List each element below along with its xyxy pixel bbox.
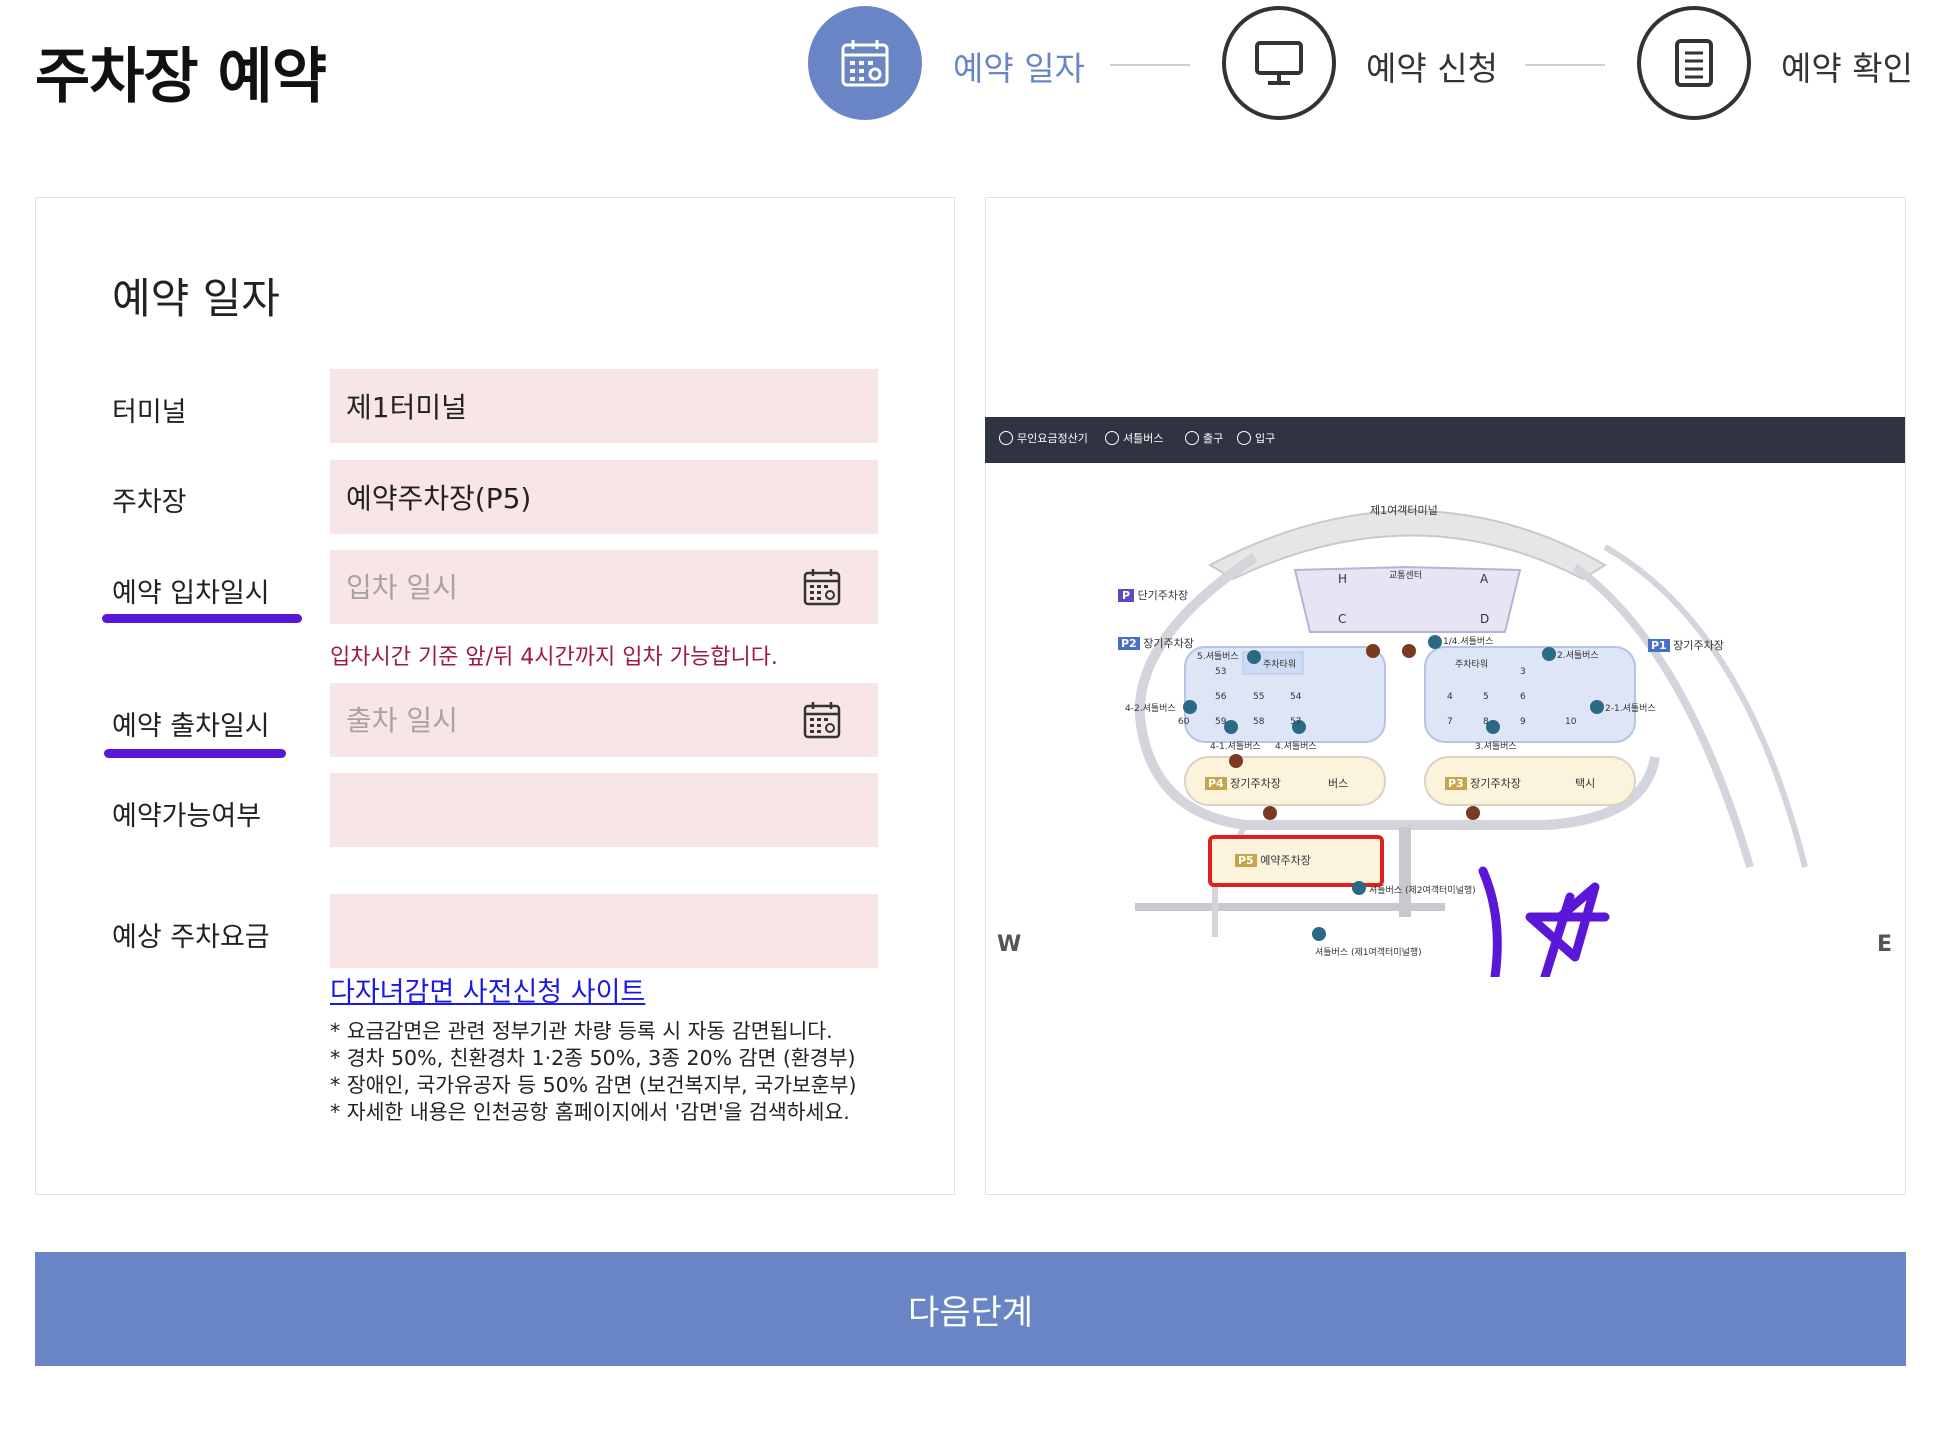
block-number: 59 xyxy=(1215,717,1227,727)
discount-application-link[interactable]: 다자녀감면 사전신청 사이트 xyxy=(330,970,645,1009)
shuttle-stop-label: 3.셔틀버스 xyxy=(1475,742,1517,752)
note-line: * 자세한 내용은 인천공항 홈페이지에서 '감면'을 검색하세요. xyxy=(330,1100,850,1124)
p1-lot: P1 장기주차장 xyxy=(1648,637,1724,653)
exit-datetime-input[interactable] xyxy=(346,703,766,737)
step-indicator: 예약 일자 예약 신청 예약 확인 xyxy=(808,6,1918,122)
shuttle-stop-label: 2-1.셔틀버스 xyxy=(1605,704,1656,714)
calendar-icon[interactable] xyxy=(802,700,842,740)
step-1-label: 예약 일자 xyxy=(953,49,1085,88)
block-number: 6 xyxy=(1520,692,1526,702)
calendar-icon xyxy=(841,40,889,87)
terminal-value: 제1터미널 xyxy=(346,391,467,424)
parking-map: 무인요금정산기 셔틀버스 출구 입구 제1여객터미널 교통센터 H A C D … xyxy=(985,417,1905,977)
tower-label: 주차타워 xyxy=(1455,660,1489,670)
block-number: 54 xyxy=(1290,692,1302,702)
handwritten-underline xyxy=(104,749,286,758)
step-3-document-icon xyxy=(1637,6,1751,120)
document-icon xyxy=(1675,39,1713,87)
shuttle-stop-label: 4-1.셔틀버스 xyxy=(1210,742,1261,752)
block-number: 3 xyxy=(1520,667,1526,677)
short-term-lot: P 단기주차장 xyxy=(1118,587,1188,603)
shuttle-stop-label: 1/4.셔틀버스 xyxy=(1443,637,1494,647)
block-number: 10 xyxy=(1565,717,1577,727)
block-number: 5 xyxy=(1483,692,1489,702)
handwritten-underline xyxy=(102,614,302,623)
block-number: 55 xyxy=(1253,692,1265,702)
compass-west: W xyxy=(997,932,1022,957)
shuttle-stop-label: 2.셔틀버스 xyxy=(1557,651,1599,661)
note-line: * 요금감면은 관련 정부기관 차량 등록 시 자동 감면됩니다. xyxy=(330,1019,833,1043)
entry-datetime-input[interactable] xyxy=(346,570,766,604)
transport-center-label: 교통센터 xyxy=(1389,571,1423,581)
block-number: 58 xyxy=(1253,717,1265,727)
shuttle-t2-label: 셔틀버스 (제2여객터미널행) xyxy=(1369,886,1476,896)
step-connector xyxy=(1525,64,1605,66)
note-line: * 장애인, 국가유공자 등 50% 감면 (보건복지부, 국가보훈부) xyxy=(330,1073,857,1097)
block-number: 7 xyxy=(1447,717,1453,727)
block-number: 56 xyxy=(1215,692,1227,702)
p4-lot: P4 장기주차장 xyxy=(1205,775,1281,791)
tower-label: 주차타워 xyxy=(1263,660,1297,670)
shuttle-t1-label: 셔틀버스 (제1여객터미널행) xyxy=(1315,948,1422,958)
section-title: 예약 일자 xyxy=(112,274,280,323)
exit-datetime-field[interactable] xyxy=(330,683,878,757)
shuttle-stop-label: 4-2.셔틀버스 xyxy=(1125,704,1176,714)
gate-label: H xyxy=(1338,572,1348,586)
terminal-label: 터미널 xyxy=(112,397,187,428)
discount-notes: * 요금감면은 관련 정부기관 차량 등록 시 자동 감면됩니다. * 경차 5… xyxy=(330,1018,857,1126)
block-number: 4 xyxy=(1447,692,1453,702)
taxi-area-label: 택시 xyxy=(1575,777,1596,790)
p5-lot: P5 예약주차장 xyxy=(1235,852,1311,868)
bus-area-label: 버스 xyxy=(1328,777,1349,790)
step-1-calendar-icon xyxy=(808,6,922,120)
shuttle-stop-label: 4.셔틀버스 xyxy=(1275,742,1317,752)
exit-datetime-label: 예약 출차일시 xyxy=(112,711,270,742)
gate-label: D xyxy=(1480,612,1490,626)
block-number: 53 xyxy=(1215,667,1227,677)
entry-hint-text: 입차시간 기준 앞/뒤 4시간까지 입차 가능합니다. xyxy=(330,645,778,670)
terminal-label: 제1여객터미널 xyxy=(1370,504,1438,517)
note-line: * 경차 50%, 친환경차 1·2종 50%, 3종 20% 감면 (환경부) xyxy=(330,1046,856,1070)
next-step-button[interactable]: 다음단계 xyxy=(35,1252,1906,1366)
calendar-icon[interactable] xyxy=(802,567,842,607)
block-number: 9 xyxy=(1520,717,1526,727)
block-number: 60 xyxy=(1178,717,1190,727)
shuttle-stop-label: 5.셔틀버스 xyxy=(1197,652,1239,662)
page-title: 주차장 예약 xyxy=(35,42,327,112)
availability-label: 예약가능여부 xyxy=(112,801,262,832)
monitor-icon xyxy=(1255,41,1303,85)
block-number: 57 xyxy=(1290,717,1302,727)
compass-east: E xyxy=(1877,932,1893,957)
estimated-fee-field xyxy=(330,894,878,968)
estimated-fee-label: 예상 주차요금 xyxy=(112,922,270,953)
step-3-label: 예약 확인 xyxy=(1781,49,1913,88)
gate-label: C xyxy=(1338,612,1347,626)
step-2-label: 예약 신청 xyxy=(1366,49,1498,88)
parking-lot-value: 예약주차장(P5) xyxy=(346,482,532,515)
step-connector xyxy=(1110,64,1190,66)
parking-lot-field[interactable]: 예약주차장(P5) xyxy=(330,460,878,534)
gate-label: A xyxy=(1480,572,1489,586)
availability-field xyxy=(330,773,878,847)
entry-datetime-label: 예약 입차일시 xyxy=(112,578,270,609)
p3-lot: P3 장기주차장 xyxy=(1445,775,1521,791)
p2-lot: P2 장기주차장 xyxy=(1118,635,1194,651)
entry-datetime-field[interactable] xyxy=(330,550,878,624)
step-2-monitor-icon xyxy=(1222,6,1336,120)
parking-lot-label: 주차장 xyxy=(112,487,187,518)
block-number: 8 xyxy=(1483,717,1489,727)
terminal-field[interactable]: 제1터미널 xyxy=(330,369,878,443)
